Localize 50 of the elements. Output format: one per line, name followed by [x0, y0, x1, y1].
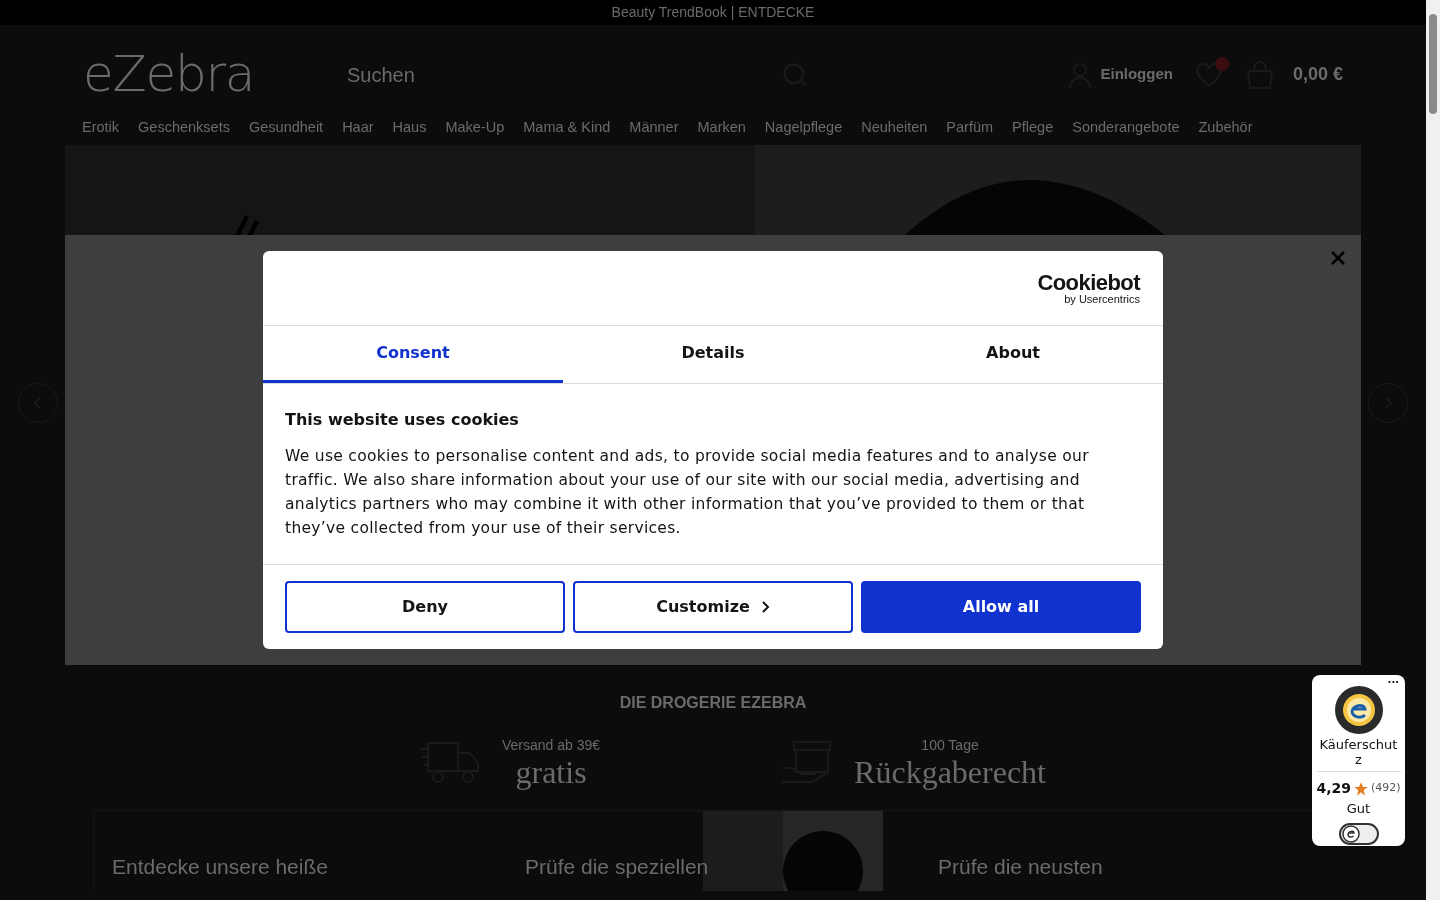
- nav-link[interactable]: Parfüm: [946, 116, 994, 139]
- rating-count: (492): [1370, 780, 1401, 797]
- benefit-label: 100 Tage: [921, 736, 979, 755]
- login-link[interactable]: Einloggen: [1068, 61, 1173, 88]
- chevron-right-icon: [761, 601, 770, 613]
- badge-title: Käuferschutz: [1316, 737, 1401, 772]
- heart-icon[interactable]: [1194, 61, 1223, 88]
- nav-link[interactable]: Männer: [629, 116, 679, 139]
- cookiebot-logo: Cookiebot by Usercentrics: [1037, 271, 1140, 305]
- more-menu[interactable]: ...: [1387, 675, 1399, 685]
- nav-link[interactable]: Geschenksets: [138, 116, 230, 139]
- nav-link[interactable]: Make-Up: [445, 116, 505, 139]
- benefit-title: Rückgaberecht: [854, 756, 1046, 788]
- trusted-seal-icon: [1333, 685, 1384, 735]
- benefit-label: Versand ab 39€: [502, 736, 601, 755]
- nav-link[interactable]: Neuheiten: [861, 116, 928, 139]
- nav-link[interactable]: Erotik: [82, 116, 120, 139]
- rating-value: 4,29: [1316, 779, 1351, 798]
- scrollbar-thumb[interactable]: [1429, 14, 1437, 114]
- nav-link[interactable]: Haar: [342, 116, 374, 139]
- search-field[interactable]: Suchen: [347, 59, 781, 90]
- card-heading: Prüfe die speziellen: [525, 855, 709, 878]
- card-heading: Entdecke unsere heiße: [112, 855, 328, 878]
- nav-link[interactable]: Haus: [392, 116, 427, 139]
- nav-link[interactable]: Marken: [697, 116, 746, 139]
- e-logo-icon: [1341, 824, 1360, 843]
- trust-badge-widget[interactable]: ... Käuferschutz 4,29 (492) Gut: [1312, 675, 1405, 846]
- rating-grade: Gut: [1346, 800, 1371, 818]
- allow-all-button[interactable]: Allow all: [861, 581, 1141, 633]
- customize-button[interactable]: Customize: [573, 581, 853, 633]
- dialog-text: We use cookies to personalise content and ads, to provide social media features and to analyse our traffic. We also share information about your use of our site with our social media, advertising and analytics partners who may combine it with other information that you’ve provided to them or that they’ve collected from your use of their services.: [285, 446, 1090, 539]
- nav-link[interactable]: Sonderangebote: [1072, 116, 1180, 139]
- nav-link[interactable]: Mama & Kind: [523, 116, 611, 139]
- nav-link[interactable]: Zubehör: [1198, 116, 1253, 139]
- nav-link[interactable]: Gesundheit: [248, 116, 324, 139]
- dialog-tab[interactable]: Consent: [263, 326, 563, 383]
- dialog-heading: This website uses cookies: [285, 409, 520, 431]
- cart-total[interactable]: 0,00 €: [1292, 61, 1343, 88]
- promo-text[interactable]: Beauty TrendBook | ENTDECKE: [611, 2, 815, 23]
- dialog-tab[interactable]: Details: [563, 326, 863, 383]
- dialog-tab[interactable]: About: [863, 326, 1163, 383]
- close-icon[interactable]: [1331, 251, 1345, 265]
- nav-link[interactable]: Pflege: [1012, 116, 1054, 139]
- section-title: DIE DROGERIE EZEBRA: [618, 693, 808, 713]
- nav-link[interactable]: Nagelpflege: [764, 116, 843, 139]
- star-icon: [1352, 780, 1369, 797]
- logo[interactable]: eZebra: [83, 37, 347, 112]
- deny-button[interactable]: Deny: [285, 581, 565, 633]
- benefit-title: gratis: [515, 756, 587, 788]
- card-heading: Prüfe die neusten: [938, 855, 1103, 878]
